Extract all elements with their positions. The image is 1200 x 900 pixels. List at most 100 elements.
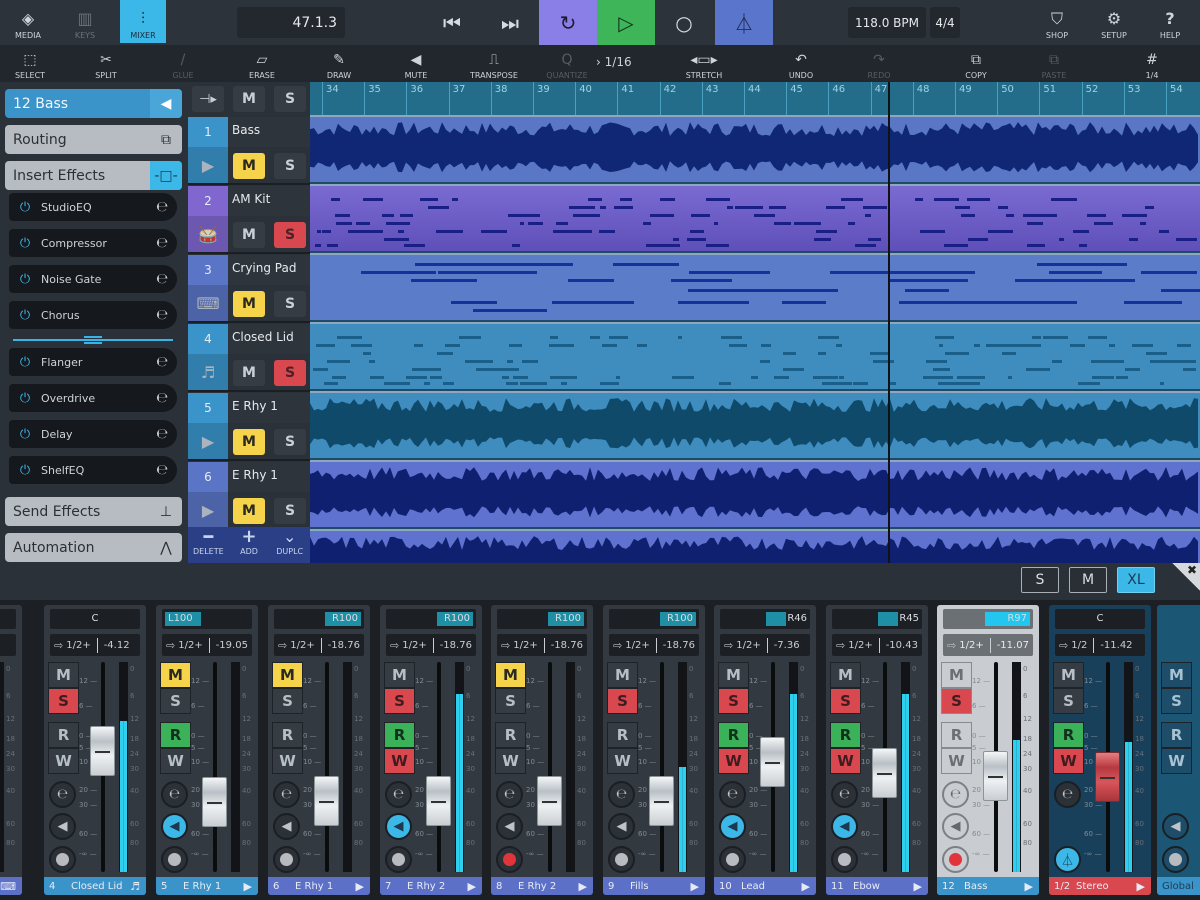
read-automation-button[interactable]: R (48, 722, 79, 748)
timeline-ruler[interactable]: 34 35 36 37 38 39 40 41 42 43 44 45 46 47 48 49 50 51 52 53… (310, 82, 1200, 115)
edit-channel-button[interactable]: ℮ (385, 781, 412, 808)
channel-mute-button[interactable]: M (48, 662, 79, 688)
read-automation-button[interactable]: R (1053, 722, 1084, 748)
write-automation-button[interactable]: W (941, 748, 972, 774)
tempo-display[interactable]: 118.0 BPM (848, 7, 926, 38)
mixer-channel[interactable]: M S R W ◀ Global (1157, 605, 1200, 895)
media-button[interactable]: ◈ MEDIA (5, 0, 51, 43)
keys-button[interactable]: ▥ KEYS (62, 0, 108, 43)
help-button[interactable]: ? HELP (1147, 0, 1193, 43)
channel-name-bar[interactable]: Global (1157, 877, 1200, 895)
setup-button[interactable]: ⚙ SETUP (1091, 0, 1137, 43)
monitor-button[interactable]: ◀ (49, 813, 76, 840)
track-lane[interactable] (310, 322, 1200, 389)
power-icon[interactable]: ⏻ (9, 355, 41, 370)
volume-value[interactable]: -18.76 (328, 640, 360, 651)
track-header[interactable]: 1 ▶ Bass M S (188, 117, 310, 185)
selected-track-header[interactable]: 12 Bass ◀ (5, 89, 182, 118)
channel-name-bar[interactable]: 11 Ebow ▶ (826, 877, 928, 895)
edit-channel-button[interactable]: ℮ (496, 781, 523, 808)
track-lane[interactable] (310, 391, 1200, 458)
channel-name-bar[interactable]: 5 E Rhy 1 ▶ (156, 877, 258, 895)
output-routing[interactable]: ⇨ 1/2+ -18.76 (497, 634, 587, 656)
pan-control[interactable]: C (1055, 609, 1145, 629)
read-automation-button[interactable]: R (160, 722, 191, 748)
position-display[interactable]: 47.1.3 (237, 7, 345, 38)
record-arm-button[interactable] (49, 846, 76, 873)
monitor-button[interactable]: ◀ (942, 813, 969, 840)
close-mixer-button[interactable]: ✖ (1172, 563, 1200, 591)
write-automation-button[interactable]: W (160, 748, 191, 774)
monitor-button[interactable]: ◀ (831, 813, 858, 840)
time-signature-display[interactable]: 4/4 (930, 7, 960, 38)
mixer-channel[interactable]: R45 ⇨ 1/2+ -10.43 M S R W ℮ ◀ 12 —6 —0 —5 —10 —20 … (826, 605, 928, 895)
volume-value[interactable]: -18.76 (663, 640, 695, 651)
mixer-size-s-button[interactable]: S (1021, 567, 1059, 593)
pan-control[interactable]: R100 (386, 609, 476, 629)
channel-solo-button[interactable]: S (941, 688, 972, 714)
channel-solo-button[interactable]: S (160, 688, 191, 714)
duplicate-track-button[interactable]: ⌄ DUPLC (269, 527, 310, 563)
piano-icon[interactable]: ♬ (188, 354, 228, 390)
volume-fader[interactable] (90, 726, 115, 776)
mixer-channel[interactable]: ⇨5.33MSRW℮◀12 —6 —0 —5 —10 —20 —30 —60 —… (0, 605, 22, 895)
quantize-tool[interactable]: Q QUANTIZE (537, 45, 597, 82)
track-mute-button[interactable]: M (233, 360, 265, 386)
arrange-view[interactable]: 34 35 36 37 38 39 40 41 42 43 44 45 46 47 48 49 50 51 52 53… (310, 82, 1200, 563)
edit-icon[interactable]: ℮ (156, 426, 168, 442)
track-routing-button[interactable]: ⊣▸ (192, 86, 224, 112)
volume-value[interactable]: -11.42 (1100, 640, 1132, 651)
track-lane[interactable] (310, 253, 1200, 320)
insert-slot[interactable]: ⏻ Flanger ℮ (9, 348, 177, 376)
quantize-value[interactable]: › 1/16 (596, 55, 632, 69)
keyboard-icon[interactable]: ⌨ (188, 285, 228, 321)
transpose-tool[interactable]: ⎍ TRANSPOSE (464, 45, 524, 82)
channel-solo-button[interactable]: S (384, 688, 415, 714)
edit-channel-button[interactable]: ℮ (719, 781, 746, 808)
output-routing[interactable]: ⇨ 1/2+ -7.36 (720, 634, 810, 656)
volume-fader[interactable] (872, 748, 897, 799)
pan-control[interactable]: C (50, 609, 140, 629)
pan-control[interactable]: R100 (274, 609, 364, 629)
channel-solo-button[interactable]: S (607, 688, 638, 714)
volume-fader[interactable] (983, 750, 1008, 801)
volume-fader[interactable] (426, 775, 451, 826)
global-record-button[interactable] (1162, 846, 1189, 873)
edit-channel-button[interactable]: ℮ (49, 781, 76, 808)
channel-mute-button[interactable]: M (941, 662, 972, 688)
mixer-channel[interactable]: C ⇨ 1/2 -11.42 M S R W ℮ ⏃ 12 —6 —0 —5 —10 —20 —30… (1049, 605, 1151, 895)
track-solo-button[interactable]: S (274, 429, 306, 455)
paste-button[interactable]: ⧉ PASTE (1024, 45, 1084, 82)
channel-name-bar[interactable]: 7 E Rhy 2 ▶ (380, 877, 482, 895)
monitor-button[interactable]: ◀ (608, 813, 635, 840)
track-mute-button[interactable]: M (233, 222, 265, 248)
channel-mute-button[interactable]: M (272, 662, 303, 688)
track-mute-button[interactable]: M (233, 153, 265, 179)
insert-slot[interactable]: ⏻ Overdrive ℮ (9, 384, 177, 412)
read-automation-button[interactable]: R (941, 722, 972, 748)
output-routing[interactable]: ⇨ 1/2+ -18.76 (386, 634, 476, 656)
power-icon[interactable]: ⏻ (9, 427, 41, 442)
global-solo-button[interactable]: S (274, 86, 306, 112)
channel-name-bar[interactable]: 4 Closed Lid ♬ (44, 877, 146, 895)
record-arm-button[interactable] (942, 846, 969, 873)
channel-name-bar[interactable]: 10 Lead ▶ (714, 877, 816, 895)
metronome-button[interactable]: ⏃ (715, 0, 773, 45)
channel-solo-button[interactable]: S (830, 688, 861, 714)
global-write-button[interactable]: W (1161, 748, 1192, 774)
fader-track[interactable] (437, 662, 441, 872)
channel-name-bar[interactable]: 8 E Rhy 2 ▶ (491, 877, 593, 895)
edit-channel-button[interactable]: ℮ (942, 781, 969, 808)
channel-solo-button[interactable]: S (718, 688, 749, 714)
mute-tool[interactable]: ◀ MUTE (386, 45, 446, 82)
track-solo-button[interactable]: S (274, 291, 306, 317)
volume-fader[interactable] (649, 775, 674, 826)
pan-control[interactable]: R97 (943, 609, 1033, 629)
insert-slot[interactable]: ⏻ Noise Gate ℮ (9, 265, 177, 293)
insert-slot[interactable]: ⏻ Compressor ℮ (9, 229, 177, 257)
record-arm-button[interactable] (273, 846, 300, 873)
write-automation-button[interactable]: W (830, 748, 861, 774)
write-automation-button[interactable]: W (384, 748, 415, 774)
read-automation-button[interactable]: R (830, 722, 861, 748)
edit-channel-button[interactable]: ℮ (161, 781, 188, 808)
